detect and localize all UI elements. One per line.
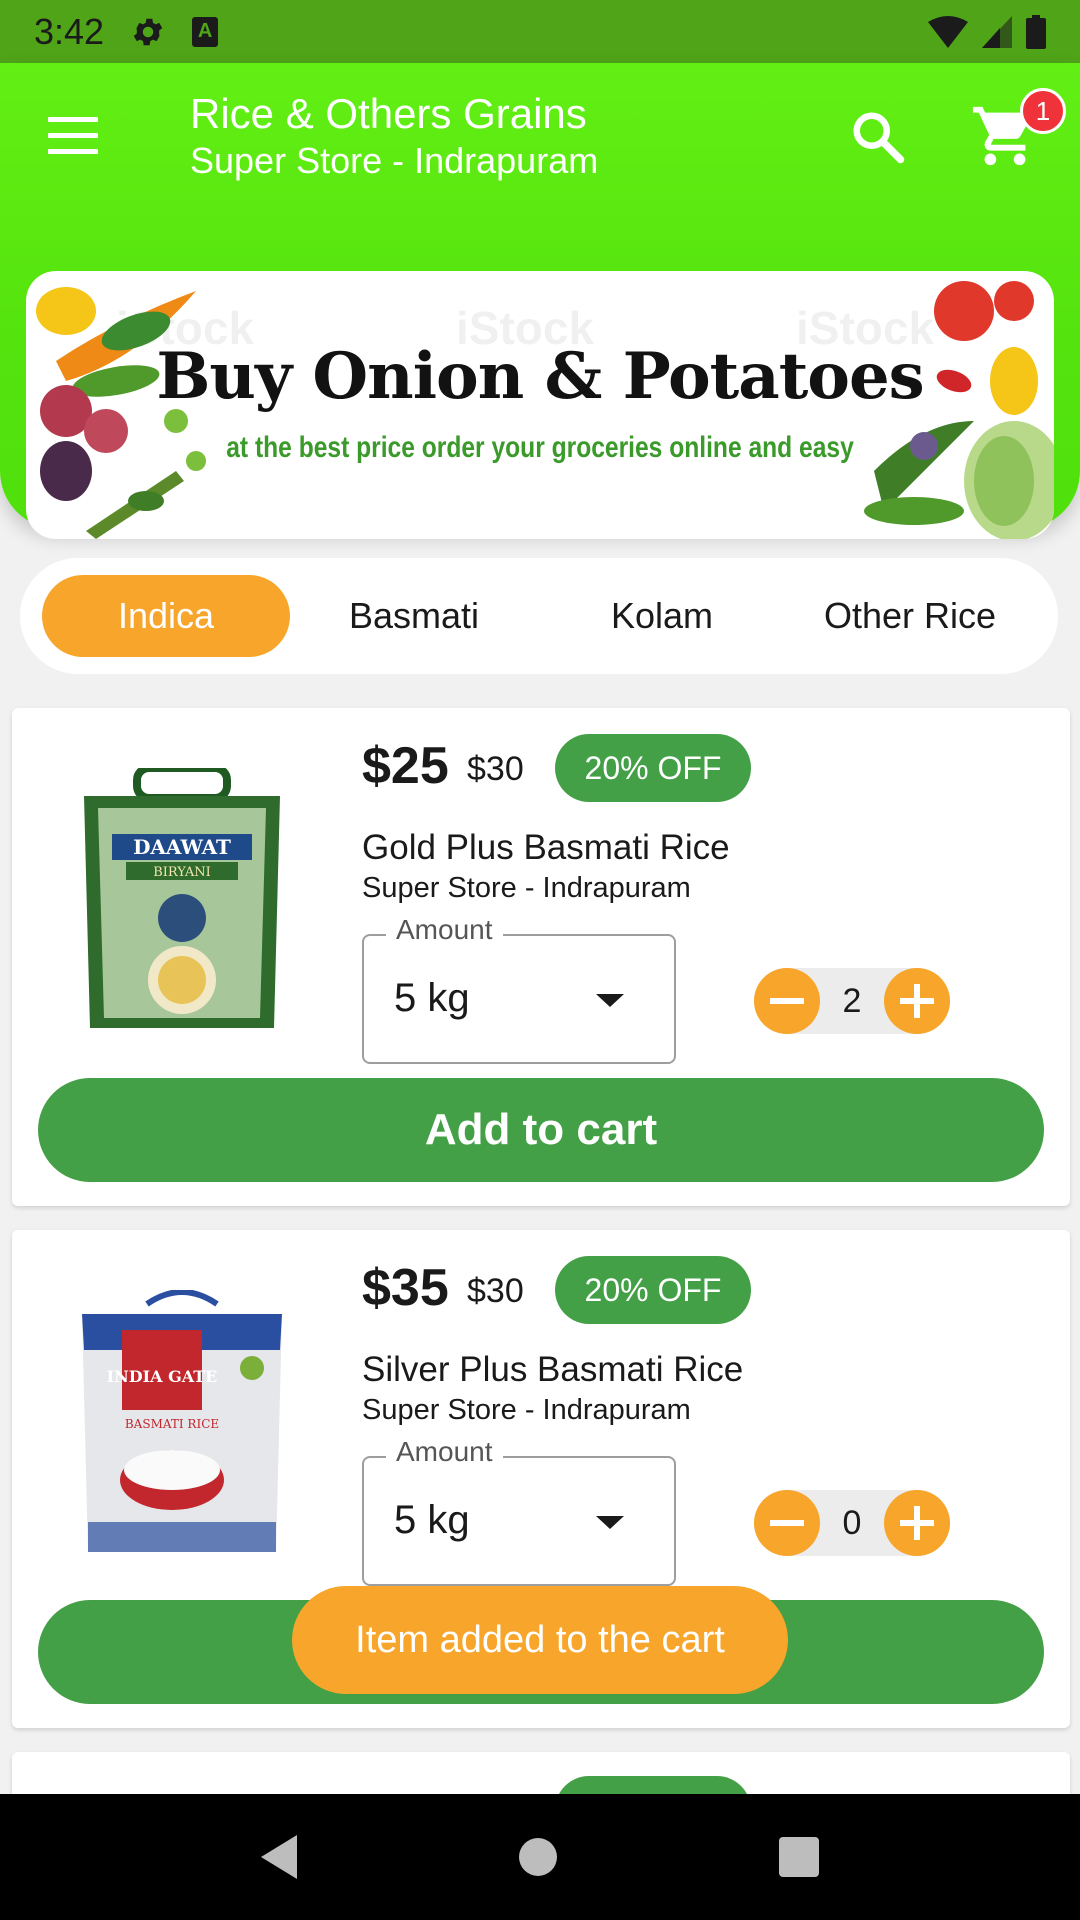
status-bar: 3:42 A (0, 0, 1080, 63)
quantity-stepper: 0 (754, 1490, 950, 1556)
amount-label: Amount (386, 914, 503, 946)
increase-quantity-button[interactable] (884, 968, 950, 1034)
tab-kolam[interactable]: Kolam (538, 575, 786, 657)
product-image-daawat-bag: DAAWAT BIRYANI (84, 768, 280, 1028)
tab-basmati[interactable]: Basmati (290, 575, 538, 657)
settings-gear-icon (133, 18, 163, 45)
package-brand-text: INDIA GATE (107, 1367, 218, 1386)
decrease-quantity-button[interactable] (754, 1490, 820, 1556)
decrease-quantity-button[interactable] (754, 968, 820, 1034)
banner-title: Buy Onion & Potatoes (156, 339, 924, 414)
toast-message: Item added to the cart (292, 1586, 788, 1694)
amount-dropdown[interactable]: Amount 5 kg (362, 914, 676, 1064)
quantity-value: 0 (842, 1503, 862, 1542)
product-image-india-gate-bag: INDIA GATE BASMATI RICE (82, 1290, 282, 1552)
package-brand-text: DAAWAT (133, 835, 231, 859)
add-to-cart-button[interactable]: Add to cart (38, 1078, 1044, 1182)
product-store: Super Store - Indrapuram (362, 872, 691, 904)
category-tabs: Indica Basmati Kolam Other Rice (20, 558, 1058, 674)
system-nav-bar (0, 1794, 1080, 1920)
product-store: Super Store - Indrapuram (362, 1394, 691, 1426)
amount-value: 5 kg (394, 1498, 470, 1542)
product-price: $35 (362, 1259, 449, 1317)
product-old-price: $30 (467, 1272, 524, 1310)
battery-icon (1026, 14, 1046, 49)
quantity-stepper: 2 (754, 968, 950, 1034)
package-type-text: BIRYANI (153, 865, 211, 880)
back-icon[interactable] (261, 1835, 297, 1879)
accessibility-a-icon: A (192, 16, 219, 47)
amount-label: Amount (386, 1436, 503, 1468)
product-name: Silver Plus Basmati Rice (362, 1350, 744, 1389)
product-price: $25 (362, 737, 449, 795)
search-icon[interactable] (848, 107, 908, 167)
package-type-text: BASMATI RICE (125, 1417, 219, 1431)
amount-dropdown[interactable]: Amount 5 kg (362, 1436, 676, 1586)
tab-indica[interactable]: Indica (42, 575, 290, 657)
product-name: Gold Plus Basmati Rice (362, 828, 730, 867)
store-subtitle: Super Store - Indrapuram (190, 140, 599, 181)
promo-banner[interactable]: iStock iStock iStock Buy Onion & Potatoe… (26, 271, 1054, 539)
increase-quantity-button[interactable] (884, 1490, 950, 1556)
amount-value: 5 kg (394, 976, 470, 1020)
product-old-price: $30 (467, 750, 524, 788)
cell-signal-icon (982, 15, 1012, 48)
status-time: 3:42 (34, 10, 105, 52)
cart-count-badge: 1 (1020, 88, 1066, 134)
dropdown-caret-icon (596, 1516, 624, 1529)
app-header: Rice & Others Grains Super Store - Indra… (0, 63, 1080, 539)
recents-icon[interactable] (779, 1837, 819, 1877)
banner-subtitle: at the best price order your groceries o… (226, 431, 854, 464)
tab-other-rice[interactable]: Other Rice (786, 575, 1034, 657)
discount-badge: 20% OFF (555, 734, 751, 802)
home-icon[interactable] (519, 1838, 557, 1876)
discount-badge: 20% OFF (555, 1256, 751, 1324)
page-title: Rice & Others Grains (190, 90, 587, 137)
dropdown-caret-icon (596, 994, 624, 1007)
wifi-icon (928, 15, 968, 48)
product-card: DAAWAT BIRYANI $25 $30 20% OFF Gold Plus… (12, 708, 1070, 1206)
quantity-value: 2 (842, 981, 862, 1020)
menu-hamburger-icon[interactable] (48, 117, 98, 157)
